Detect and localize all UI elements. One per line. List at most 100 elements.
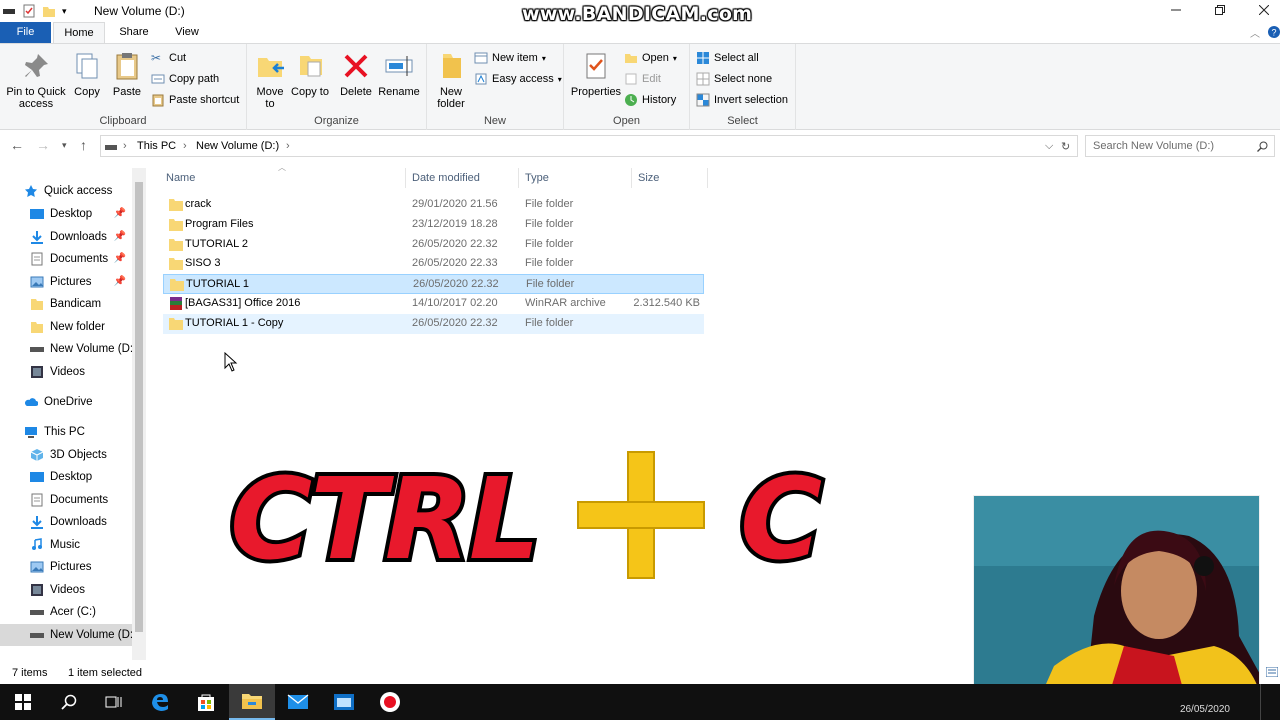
delete-button[interactable]: Delete [337, 50, 375, 98]
nav-quick-item[interactable]: Desktop 📌 [0, 203, 132, 225]
videos-icon [31, 583, 43, 596]
column-separator[interactable] [518, 168, 519, 188]
new-folder-button[interactable]: New folder [431, 50, 471, 110]
column-date-modified[interactable]: Date modified [412, 172, 480, 184]
up-arrow-icon[interactable]: ↑ [80, 137, 87, 153]
paste-button[interactable]: Paste [108, 50, 146, 98]
nav-quick-item[interactable]: Pictures 📌 [0, 271, 132, 293]
nav-item-label: Desktop [50, 471, 93, 483]
help-icon[interactable]: ? [1268, 26, 1280, 38]
column-name[interactable]: Name [166, 172, 195, 184]
taskbar-bandicam[interactable] [367, 684, 413, 720]
refresh-icon[interactable]: ↻ [1061, 140, 1070, 153]
taskbar-store[interactable] [183, 684, 229, 720]
easy-access-button[interactable]: Easy access ▾ [474, 72, 562, 86]
nav-quick-item[interactable]: Documents 📌 [0, 248, 132, 270]
properties-icon[interactable] [22, 4, 36, 18]
history-button[interactable]: History [624, 93, 676, 107]
nav-quick-item[interactable]: Downloads 📌 [0, 226, 132, 248]
copy-path-button[interactable]: Copy path [151, 72, 219, 86]
tab-home[interactable]: Home [53, 22, 105, 43]
tab-view[interactable]: View [163, 22, 211, 43]
column-type[interactable]: Type [525, 172, 549, 184]
move-to-button[interactable]: Move to [251, 50, 289, 110]
column-separator[interactable] [707, 168, 708, 188]
properties-button[interactable]: Properties [568, 50, 624, 98]
column-size[interactable]: Size [638, 172, 659, 184]
back-arrow-icon[interactable]: ← [10, 137, 24, 153]
nav-pc-item[interactable]: Music [0, 534, 132, 556]
start-button[interactable] [0, 684, 46, 720]
status-item-count: 7 items [12, 667, 48, 679]
column-separator[interactable] [631, 168, 632, 188]
new-item-button[interactable]: New item ▾ [474, 51, 546, 65]
select-all-button[interactable]: Select all [696, 51, 759, 65]
taskbar-search-button[interactable] [46, 684, 92, 720]
navigation-scrollbar[interactable] [132, 168, 146, 660]
new-folder-qat-icon[interactable] [42, 4, 56, 18]
nav-pc-item[interactable]: Pictures [0, 556, 132, 578]
column-separator[interactable] [405, 168, 406, 188]
restore-button[interactable] [1198, 0, 1242, 20]
minimize-button[interactable] [1154, 0, 1198, 20]
quick-access-toolbar: ▾ [0, 2, 67, 20]
details-view-icon[interactable] [1266, 667, 1278, 677]
copy-button[interactable]: Copy [70, 50, 104, 98]
file-row[interactable]: crack 29/01/2020 21.56 File folder [163, 195, 704, 215]
search-box[interactable]: Search New Volume (D:) [1085, 135, 1275, 157]
taskbar-app[interactable] [321, 684, 367, 720]
forward-arrow-icon[interactable]: → [36, 137, 50, 153]
edit-button[interactable]: Edit [624, 72, 661, 86]
nav-pc-item[interactable]: Downloads [0, 511, 132, 533]
select-none-button[interactable]: Select none [696, 72, 772, 86]
nav-onedrive[interactable]: OneDrive [0, 391, 132, 413]
file-row[interactable]: SISO 3 26/05/2020 22.33 File folder [163, 254, 704, 274]
breadcrumb-new-volume[interactable]: New Volume (D:) [196, 140, 279, 152]
tab-share[interactable]: Share [110, 22, 158, 43]
file-row[interactable]: [BAGAS31] Office 2016 14/10/2017 02.20 Win… [163, 294, 704, 314]
nav-this-pc[interactable]: This PC [0, 421, 132, 443]
pin-icon: 📌 [113, 208, 126, 219]
mail-icon [287, 694, 309, 709]
nav-quick-item[interactable]: New folder [0, 316, 132, 338]
qat-dropdown-icon[interactable]: ▾ [62, 6, 67, 17]
copy-to-button[interactable]: Copy to [291, 50, 329, 98]
system-menu-icon[interactable] [2, 4, 16, 18]
nav-quick-item[interactable]: Videos [0, 361, 132, 383]
task-view-button[interactable] [91, 684, 137, 720]
nav-pc-item[interactable]: New Volume (D: [0, 623, 132, 646]
paste-shortcut-button[interactable]: Paste shortcut [151, 93, 239, 107]
recent-locations-icon[interactable]: ▾ [62, 140, 67, 151]
nav-quick-item[interactable]: New Volume (D: [0, 338, 132, 360]
nav-pc-item[interactable]: Desktop [0, 466, 132, 488]
collapse-ribbon-icon[interactable]: ︿ [1250, 25, 1260, 40]
address-dropdown-icon[interactable]: ⌵ [1045, 140, 1053, 153]
file-row[interactable]: Program Files 23/12/2019 18.28 File folder [163, 215, 704, 235]
close-button[interactable] [1242, 0, 1280, 20]
pin-to-quick-access-button[interactable]: Pin to Quick access [4, 50, 68, 110]
taskbar-file-explorer[interactable] [229, 684, 275, 720]
breadcrumb-this-pc[interactable]: This PC [137, 140, 176, 152]
file-row[interactable]: TUTORIAL 1 26/05/2020 22.32 File folder [163, 274, 704, 295]
invert-selection-button[interactable]: Invert selection [696, 93, 788, 107]
file-row[interactable]: TUTORIAL 1 - Copy 26/05/2020 22.32 File fo… [163, 313, 704, 334]
rename-button[interactable]: Rename [377, 50, 421, 98]
scrollbar-thumb[interactable] [135, 182, 143, 632]
taskbar-mail[interactable] [275, 684, 321, 720]
file-date-modified: 14/10/2017 02.20 [412, 297, 498, 309]
new-folder-icon [443, 54, 461, 78]
nav-pc-item[interactable]: 3D Objects [0, 444, 132, 466]
taskbar-edge[interactable] [137, 684, 183, 720]
show-desktop-button[interactable] [1260, 684, 1280, 720]
nav-quick-item[interactable]: Bandicam [0, 293, 132, 315]
tab-file[interactable]: File [0, 22, 51, 43]
nav-quick-access[interactable]: Quick access [0, 180, 132, 202]
nav-pc-item[interactable]: Documents [0, 489, 132, 511]
nav-pc-item[interactable]: Acer (C:) [0, 601, 132, 623]
cut-button[interactable]: ✂ Cut [151, 51, 186, 65]
file-row[interactable]: TUTORIAL 2 26/05/2020 22.32 File folder [163, 235, 704, 255]
close-icon [1259, 5, 1269, 15]
nav-pc-item[interactable]: Videos [0, 579, 132, 601]
address-bar[interactable]: › This PC › New Volume (D:) › ⌵ ↻ [100, 135, 1078, 157]
open-button[interactable]: Open ▾ [624, 51, 677, 65]
